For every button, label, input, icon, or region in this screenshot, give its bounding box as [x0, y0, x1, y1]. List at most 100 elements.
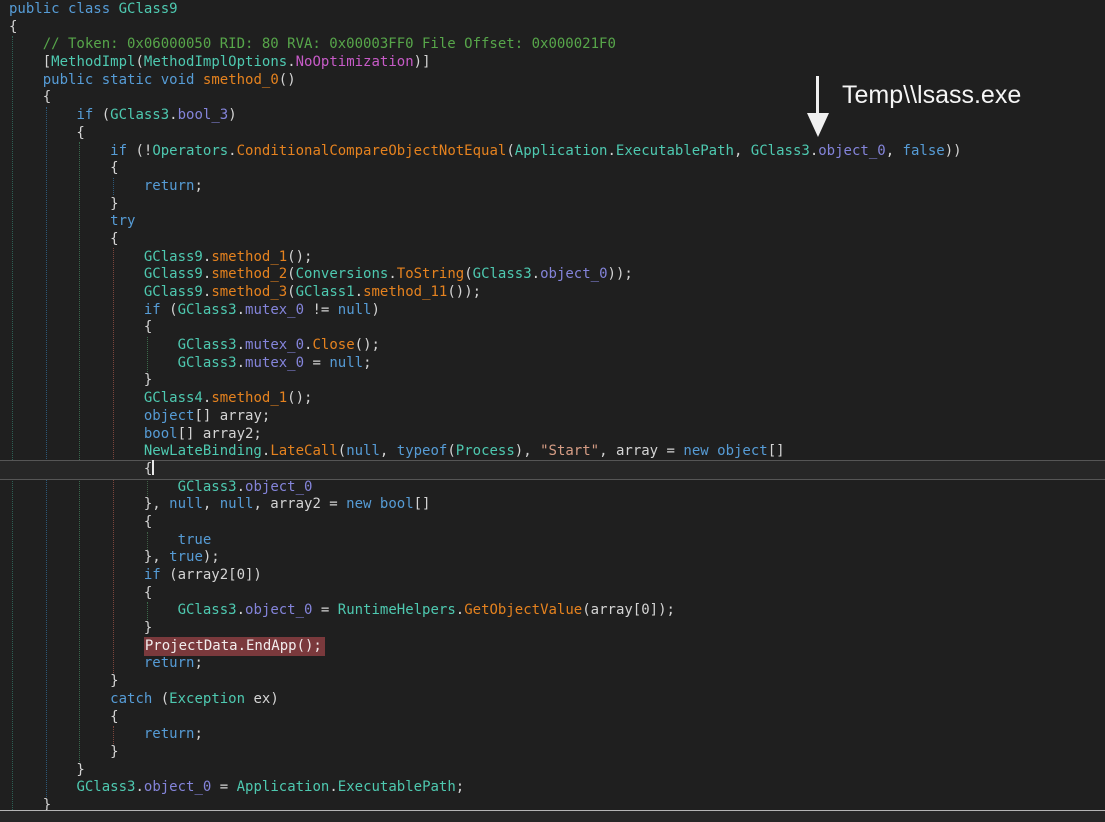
code-token[interactable]: . — [329, 779, 337, 795]
code-token[interactable]: smethod_1 — [211, 249, 287, 265]
code-line[interactable]: ProjectData.EndApp(); — [9, 638, 1105, 656]
code-token[interactable]: { — [9, 319, 152, 335]
code-token[interactable]: Application — [237, 779, 330, 795]
code-token[interactable]: GClass4 — [144, 390, 203, 406]
code-token[interactable]: GClass3 — [110, 107, 169, 123]
code-token[interactable]: null — [338, 302, 372, 318]
code-token[interactable]: ( — [135, 54, 143, 70]
code-line[interactable]: return; — [9, 726, 1105, 744]
code-line[interactable]: public class GClass9 — [9, 1, 1105, 19]
code-line[interactable]: }, true); — [9, 549, 1105, 567]
code-token[interactable]: if — [110, 143, 127, 159]
code-token[interactable]: object — [717, 443, 768, 459]
code-token[interactable]: mutex_0 — [245, 355, 304, 371]
code-token[interactable]: GClass3 — [76, 779, 135, 795]
code-token[interactable]: (array2[0]) — [161, 567, 262, 583]
code-token[interactable]: (! — [127, 143, 152, 159]
code-token[interactable]: { — [9, 160, 119, 176]
code-line[interactable]: catch (Exception ex) — [9, 691, 1105, 709]
code-token[interactable]: NewLateBinding — [144, 443, 262, 459]
code-token[interactable] — [9, 726, 144, 742]
code-token[interactable]: ) — [371, 302, 379, 318]
code-token[interactable]: ( — [506, 143, 514, 159]
code-token[interactable]: , array2 = — [253, 496, 346, 512]
code-token[interactable]: typeof — [397, 443, 448, 459]
code-token[interactable] — [9, 567, 144, 583]
code-line[interactable]: }, null, null, array2 = new bool[] — [9, 496, 1105, 514]
code-token[interactable]: return — [144, 178, 195, 194]
code-token[interactable]: [] array; — [194, 408, 270, 424]
code-line[interactable]: } — [9, 744, 1105, 762]
code-token[interactable]: . — [810, 143, 818, 159]
code-line[interactable]: if (array2[0]) — [9, 567, 1105, 585]
code-line[interactable]: { — [9, 319, 1105, 337]
code-token[interactable] — [110, 1, 118, 17]
highlighted-reference[interactable]: ProjectData.EndApp(); — [144, 637, 325, 656]
code-token[interactable]: LateCall — [270, 443, 337, 459]
code-token[interactable]: object_0 — [245, 479, 312, 495]
code-token[interactable]: mutex_0 — [245, 337, 304, 353]
code-token[interactable]: GClass3 — [473, 266, 532, 282]
code-token[interactable]: smethod_2 — [211, 266, 287, 282]
code-token[interactable] — [194, 72, 202, 88]
code-line[interactable]: // Token: 0x06000050 RID: 80 RVA: 0x0000… — [9, 36, 1105, 54]
code-token[interactable]: } — [9, 620, 152, 636]
code-token[interactable]: Operators — [152, 143, 228, 159]
code-token[interactable]: new — [346, 496, 371, 512]
code-token[interactable]: true — [178, 532, 212, 548]
code-line[interactable]: { — [9, 514, 1105, 532]
code-token[interactable]: GClass9 — [144, 284, 203, 300]
code-token[interactable]: smethod_1 — [211, 390, 287, 406]
code-token[interactable]: . — [237, 355, 245, 371]
code-token[interactable] — [9, 302, 144, 318]
code-token[interactable] — [9, 479, 178, 495]
code-token[interactable]: . — [287, 54, 295, 70]
code-token[interactable] — [9, 408, 144, 424]
code-token[interactable]: . — [237, 602, 245, 618]
code-token[interactable]: )) — [945, 143, 962, 159]
code-token[interactable]: . — [135, 779, 143, 795]
code-token[interactable]: ) — [228, 107, 236, 123]
code-line[interactable]: } — [9, 620, 1105, 638]
code-token[interactable]: GClass1 — [296, 284, 355, 300]
code-token[interactable]: return — [144, 655, 195, 671]
code-token[interactable]: Conversions — [296, 266, 389, 282]
code-token[interactable]: GClass3 — [751, 143, 810, 159]
code-line[interactable]: try — [9, 213, 1105, 231]
code-token[interactable]: = — [304, 355, 329, 371]
code-token[interactable] — [9, 337, 178, 353]
code-token[interactable]: catch — [110, 691, 152, 707]
code-token[interactable]: MethodImplOptions — [144, 54, 287, 70]
code-token[interactable]: GClass9 — [119, 1, 178, 17]
code-token[interactable]: ( — [152, 691, 169, 707]
code-token[interactable]: MethodImpl — [51, 54, 135, 70]
code-line[interactable]: if (GClass3.mutex_0 != null) — [9, 302, 1105, 320]
code-token[interactable]: RuntimeHelpers — [338, 602, 456, 618]
code-token[interactable]: [ — [9, 54, 51, 70]
code-token[interactable]: "Start" — [540, 443, 599, 459]
code-token[interactable]: GClass3 — [178, 355, 237, 371]
code-token[interactable]: } — [9, 762, 85, 778]
code-token[interactable]: { — [9, 125, 85, 141]
code-token[interactable]: bool_3 — [178, 107, 229, 123]
code-token[interactable]: object_0 — [245, 602, 312, 618]
code-line[interactable]: GClass3.object_0 — [9, 479, 1105, 497]
code-token[interactable]: mutex_0 — [245, 302, 304, 318]
code-token[interactable]: bool — [144, 426, 178, 442]
code-token[interactable]: , — [380, 443, 397, 459]
splitter-divider[interactable] — [0, 810, 1105, 811]
code-token[interactable]: ExecutablePath — [616, 143, 734, 159]
code-token[interactable]: GClass9 — [144, 249, 203, 265]
code-token[interactable] — [9, 655, 144, 671]
code-token[interactable]: { — [9, 89, 51, 105]
code-token[interactable] — [371, 496, 379, 512]
code-token[interactable]: = — [312, 602, 337, 618]
code-token[interactable]: )); — [608, 266, 633, 282]
code-token[interactable] — [60, 1, 68, 17]
code-token[interactable]: object_0 — [818, 143, 885, 159]
code-line[interactable]: GClass9.smethod_1(); — [9, 249, 1105, 267]
code-token[interactable]: ToString — [397, 266, 464, 282]
code-token[interactable]: ; — [363, 355, 371, 371]
code-token[interactable]: ( — [464, 266, 472, 282]
code-token[interactable] — [9, 355, 178, 371]
